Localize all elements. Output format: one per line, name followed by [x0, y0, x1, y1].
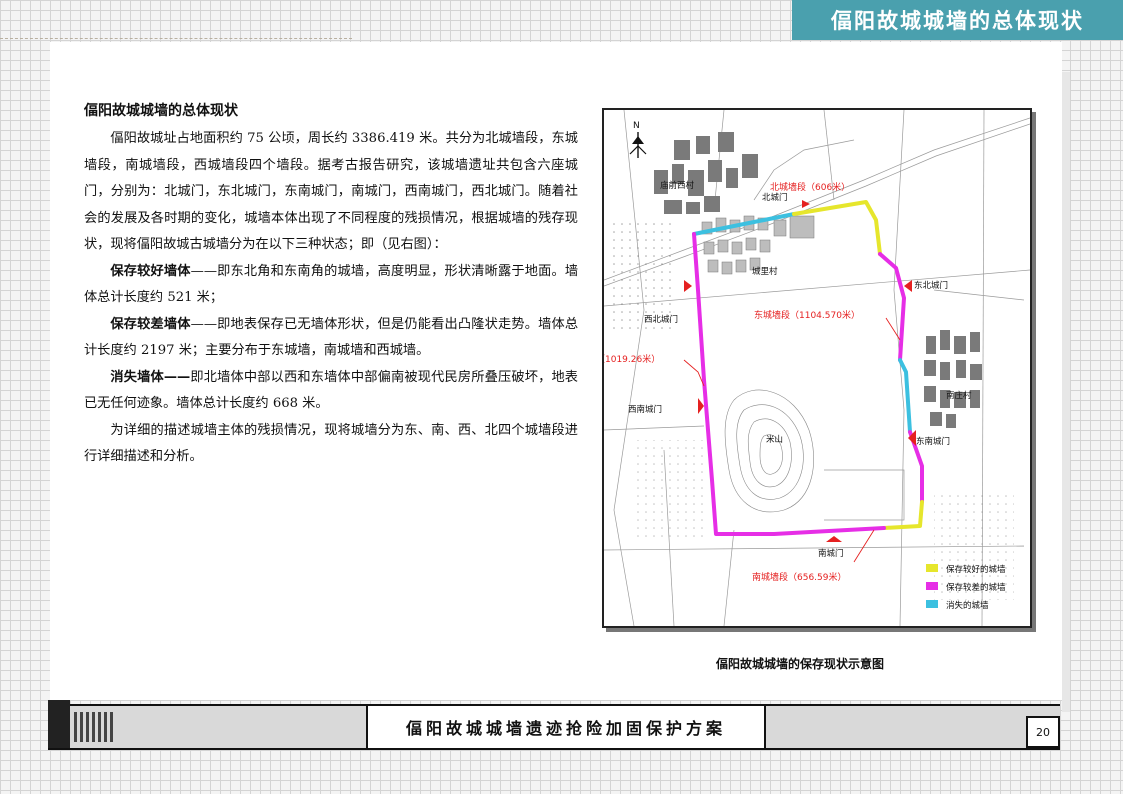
label-southwest-gate: 西南城门: [628, 404, 662, 415]
legend-swatch-poor: [926, 582, 938, 590]
northeast-gate-arrow-icon: [904, 280, 912, 292]
label-village-nw: 庙前西村: [660, 180, 695, 191]
site-map: N 庙前西村 北城门 城里村 东北城门 西北城门 南庄村 西南城门 米山 东南城…: [602, 108, 1032, 628]
north-arrow-icon: N: [629, 121, 647, 158]
closing-paragraph: 为详细的描述城墙主体的残损情况，现将城墙分为东、南、西、北四个城墙段进行详细描述…: [84, 422, 578, 465]
map-caption: 偪阳故城城墙的保存现状示意图: [715, 657, 884, 671]
legend-label-lost: 消失的城墙: [946, 600, 989, 611]
north-label: N: [633, 121, 640, 131]
hill-contours: [724, 389, 814, 513]
label-south-gate: 南城门: [818, 548, 844, 559]
header-divider: [0, 38, 352, 39]
label-south-segment: 南城墙段（656.59米）: [752, 571, 847, 583]
page-header: 偪阳故城城墙的总体现状: [792, 0, 1123, 40]
poor-wall-label: 保存较差墙体: [110, 316, 191, 332]
footer-title: 偪阳故城城墙遗迹抢险加固保护方案: [366, 706, 766, 748]
southwest-gate-arrow-icon: [698, 398, 704, 414]
intro-paragraph: 偪阳故城址占地面积约 75 公顷，周长约 3386.419 米。共分为北城墙段，…: [84, 131, 578, 252]
good-wall-paragraph: 保存较好墙体——即东北角和东南角的城墙，高度明显，形状清晰露于地面。墙体总计长度…: [84, 259, 578, 312]
label-village-in: 城里村: [752, 266, 778, 277]
label-northeast-gate: 东北城门: [914, 280, 948, 291]
label-southeast-gate: 东南城门: [916, 436, 950, 447]
footer-logo-block: [48, 700, 70, 748]
legend-swatch-lost: [926, 600, 938, 608]
south-gate-arrow-icon: [826, 536, 842, 542]
page-footer: 偪阳故城城墙遗迹抢险加固保护方案 20: [48, 700, 1060, 750]
legend-swatch-good: [926, 564, 938, 572]
poor-wall-paragraph: 保存较差墙体——即地表保存已无墙体形状，但是仍能看出凸隆状走势。墙体总计长度约 …: [84, 312, 578, 365]
page-number: 20: [1026, 716, 1060, 748]
inner-village: [701, 215, 815, 275]
legend-label-good: 保存较好的城墙: [946, 564, 1006, 575]
label-northwest-gate: 西北城门: [644, 314, 678, 325]
section-title: 偪阳故城城墙的总体现状: [84, 103, 238, 119]
label-west-segment: 西城墙段（1019.26米）: [604, 353, 660, 365]
label-north-gate: 北城门: [762, 192, 788, 203]
footer-stripes: [74, 712, 116, 742]
lost-wall-paragraph: 消失墙体——即北墙体中部以西和东墙体中部偏南被现代民房所叠压破坏，地表已无任何迹…: [84, 365, 578, 418]
label-hill: 米山: [766, 434, 783, 445]
label-village-e: 南庄村: [946, 390, 972, 401]
good-wall-label: 保存较好墙体: [110, 263, 191, 279]
northwest-gate-arrow-icon: [684, 280, 692, 292]
label-north-segment: 北城墙段（606米）: [770, 181, 850, 193]
lost-wall-label: 消失墙体——: [110, 369, 191, 385]
label-east-segment: 东城墙段（1104.570米）: [754, 309, 860, 321]
body-text: 偪阳故城址占地面积约 75 公顷，周长约 3386.419 米。共分为北城墙段，…: [84, 126, 578, 471]
legend-label-poor: 保存较差的城墙: [946, 582, 1006, 593]
north-gate-arrow-icon: [802, 200, 810, 208]
